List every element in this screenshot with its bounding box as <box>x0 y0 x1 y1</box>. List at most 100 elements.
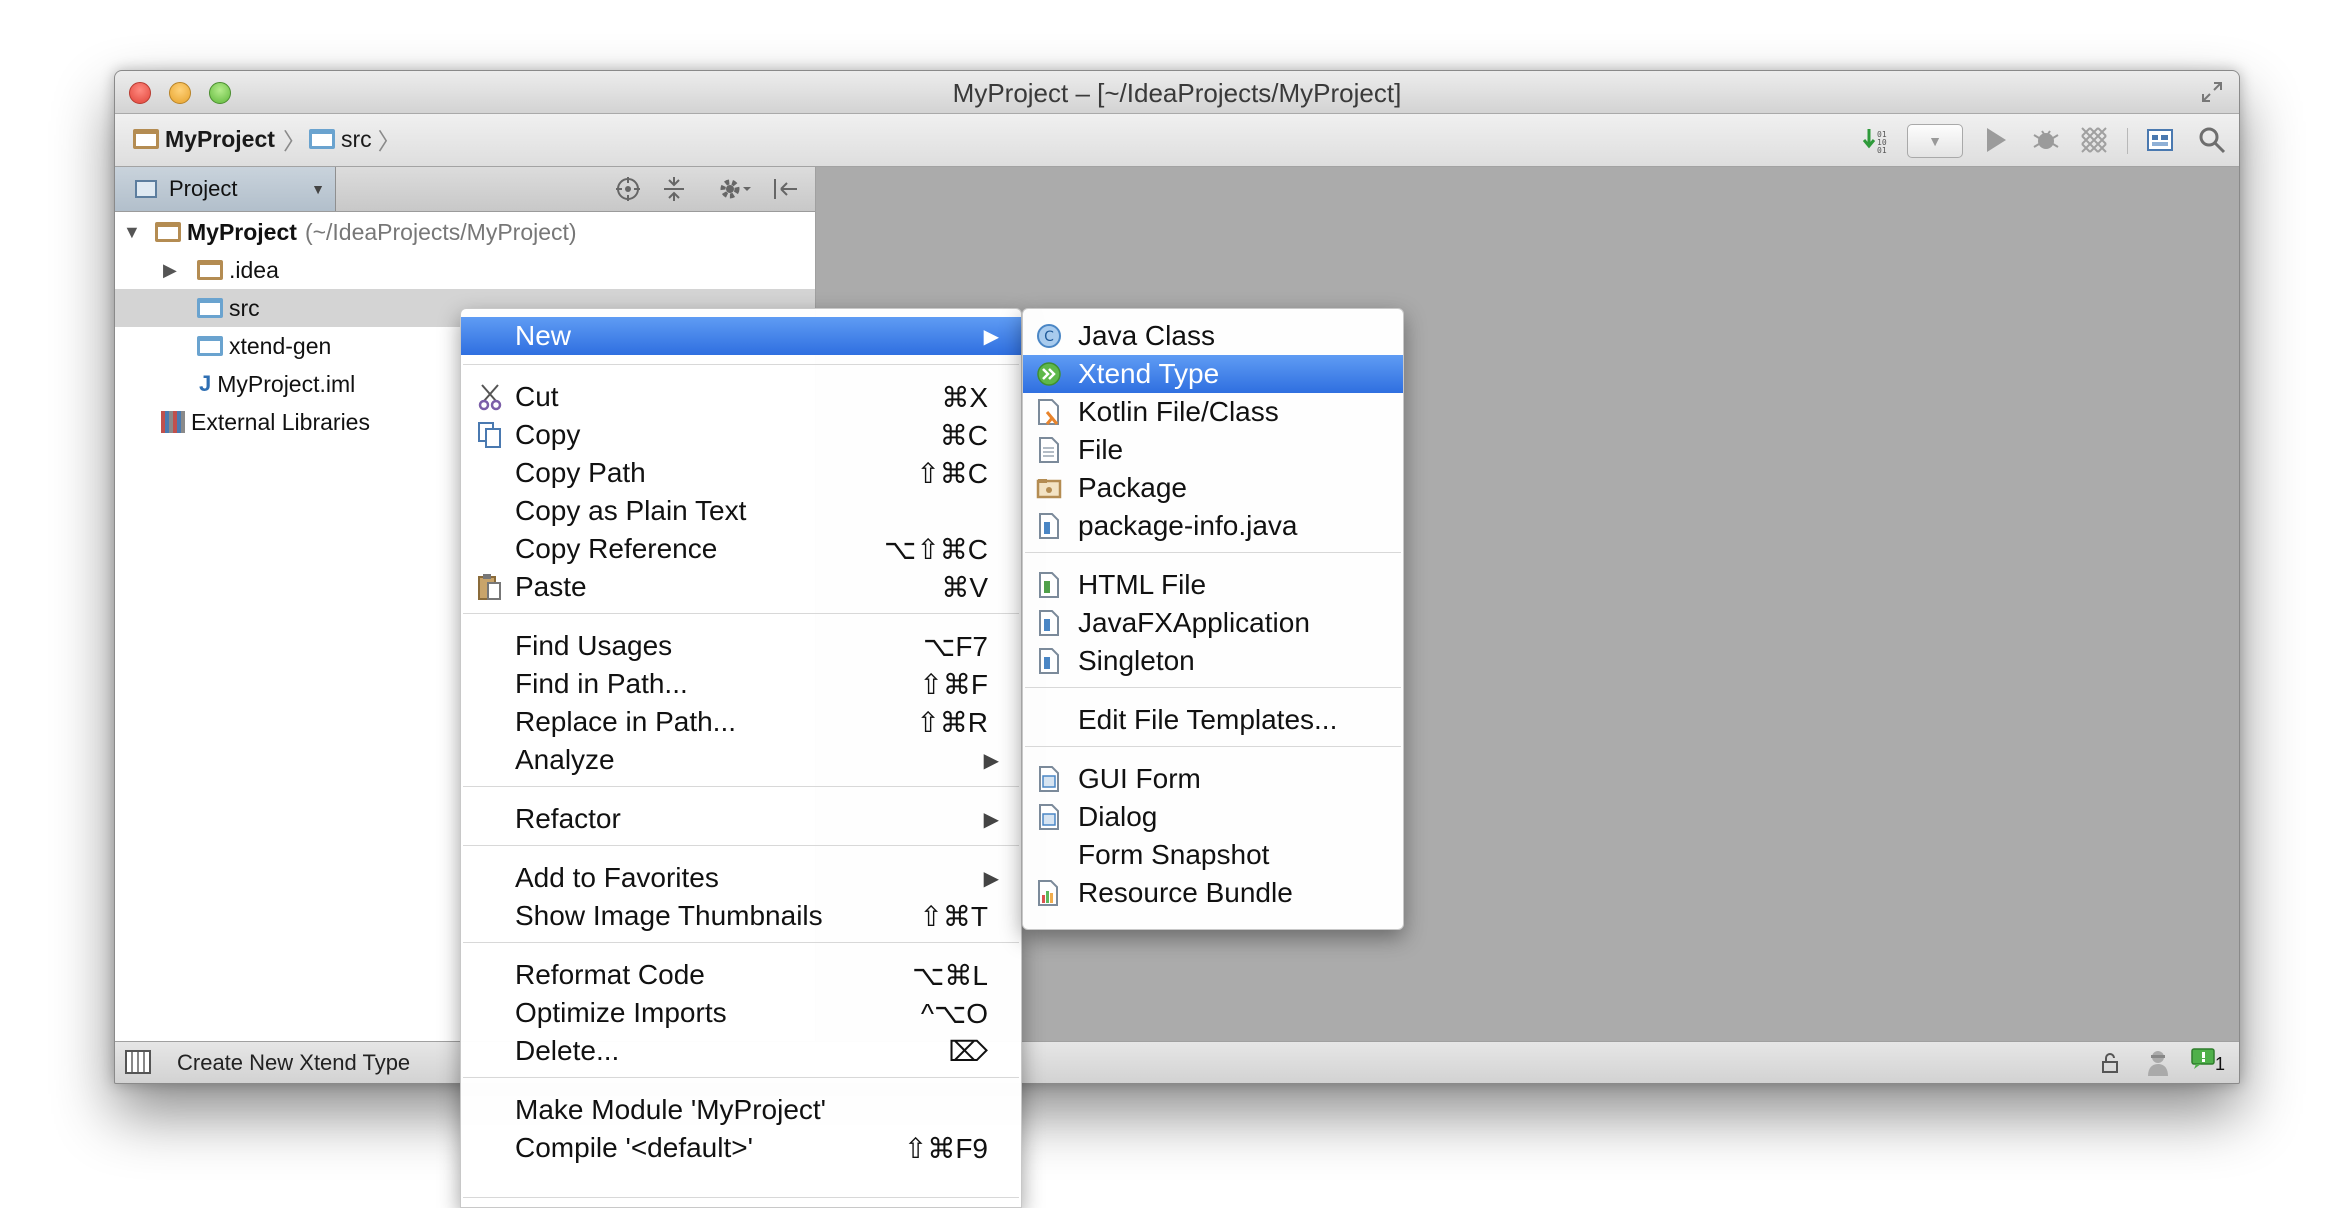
menu-item-label: Show Image Thumbnails <box>515 900 823 931</box>
search-everywhere-icon[interactable] <box>2195 122 2229 158</box>
submenu-item-xtend-type[interactable]: Xtend Type <box>1023 355 1403 393</box>
menu-item-copy[interactable]: Copy ⌘C <box>461 416 1021 454</box>
submenu-arrow-icon: ▶ <box>983 808 999 831</box>
menu-item-label: Delete... <box>515 1035 620 1066</box>
binary-sort-icon[interactable]: 01 10 01 <box>1860 122 1894 158</box>
inspector-icon[interactable] <box>2145 1049 2171 1082</box>
menu-item-find-usages[interactable]: Find Usages ⌥F7 <box>461 627 1021 665</box>
menu-separator <box>463 1197 1019 1198</box>
menu-item-label: Refactor <box>515 803 621 834</box>
menu-separator <box>463 1077 1019 1078</box>
submenu-item-javafx-application[interactable]: JavaFXApplication <box>1023 604 1403 642</box>
folder-icon <box>197 260 223 280</box>
chevron-down-icon: ▼ <box>1928 133 1942 149</box>
menu-separator <box>1025 687 1401 688</box>
menu-item-make-module[interactable]: Make Module 'MyProject' <box>461 1091 1021 1129</box>
collapse-all-icon[interactable] <box>661 176 687 207</box>
module-folder-icon <box>155 222 181 242</box>
breadcrumb-project[interactable]: MyProject 〉 <box>133 122 306 156</box>
menu-item-copy-reference[interactable]: Copy Reference ⌥⇧⌘C <box>461 530 1021 568</box>
java-file-icon <box>1035 609 1063 637</box>
event-log-icon[interactable] <box>2191 1048 2217 1075</box>
breadcrumb-src-label: src <box>341 125 372 152</box>
source-folder-icon <box>197 298 223 318</box>
menu-item-new[interactable]: New ▶ <box>461 317 1021 355</box>
window-title: MyProject – [~/IdeaProjects/MyProject] <box>952 78 1402 108</box>
resource-bundle-icon <box>1035 879 1063 907</box>
menu-item-label: Copy as Plain Text <box>515 495 747 526</box>
collapsed-triangle-icon: ▶ <box>163 259 177 280</box>
lock-icon[interactable] <box>2099 1052 2121 1079</box>
coverage-icon[interactable] <box>2077 122 2111 158</box>
tree-item-idea[interactable]: ▶ .idea <box>115 251 815 289</box>
menu-item-label: Copy Path <box>515 457 646 488</box>
menu-item-add-to-favorites[interactable]: Add to Favorites ▶ <box>461 859 1021 897</box>
menu-item-replace-in-path[interactable]: Replace in Path... ⇧⌘R <box>461 703 1021 741</box>
submenu-item-singleton[interactable]: Singleton <box>1023 642 1403 680</box>
tree-item-label: xtend-gen <box>229 332 332 359</box>
menu-item-cut[interactable]: Cut ⌘X <box>461 378 1021 416</box>
menu-item-label: Make Module 'MyProject' <box>515 1094 827 1125</box>
debug-icon[interactable] <box>2029 122 2063 158</box>
menu-item-label: Package <box>1078 472 1187 503</box>
new-submenu: C Java Class Xtend Type Kotlin File/Clas… <box>1022 308 1404 930</box>
project-panel-header: Project ▼ <box>115 167 815 212</box>
menu-item-shortcut: ⇧⌘C <box>916 457 988 489</box>
menu-item-copy-plain-text[interactable]: Copy as Plain Text <box>461 492 1021 530</box>
submenu-item-html-file[interactable]: HTML File <box>1023 566 1403 604</box>
libraries-icon <box>161 411 185 433</box>
menu-item-analyze[interactable]: Analyze ▶ <box>461 741 1021 779</box>
tree-item-label: MyProject <box>187 218 297 245</box>
breadcrumb-project-label: MyProject <box>165 125 275 152</box>
navigation-bar: MyProject 〉 src 〉 01 10 01 ▼ <box>115 114 2239 167</box>
xtend-icon <box>1035 360 1063 388</box>
menu-item-refactor[interactable]: Refactor ▶ <box>461 800 1021 838</box>
tool-windows-toggle-icon[interactable] <box>125 1050 151 1074</box>
menu-item-label: New <box>515 320 572 351</box>
menu-item-shortcut: ⇧⌘F9 <box>903 1132 988 1164</box>
submenu-item-file[interactable]: File <box>1023 431 1403 469</box>
menu-item-delete[interactable]: Delete... ⌦ <box>461 1032 1021 1070</box>
submenu-item-package-info[interactable]: package-info.java <box>1023 507 1403 545</box>
menu-item-label: Xtend Type <box>1078 358 1220 389</box>
menu-item-label: Edit File Templates... <box>1078 704 1338 735</box>
submenu-item-dialog[interactable]: Dialog <box>1023 798 1403 836</box>
submenu-item-package[interactable]: Package <box>1023 469 1403 507</box>
run-configuration-dropdown[interactable]: ▼ <box>1907 124 1963 158</box>
svg-text:C: C <box>1044 329 1054 345</box>
submenu-item-java-class[interactable]: C Java Class <box>1023 317 1403 355</box>
submenu-item-edit-file-templates[interactable]: Edit File Templates... <box>1023 701 1403 739</box>
project-view-label: Project <box>169 176 238 201</box>
breadcrumb-src[interactable]: src 〉 <box>309 122 401 156</box>
run-icon[interactable] <box>1979 122 2013 158</box>
menu-item-shortcut: ⇧⌘R <box>916 706 988 738</box>
submenu-item-resource-bundle[interactable]: Resource Bundle <box>1023 874 1403 912</box>
submenu-item-kotlin-file[interactable]: Kotlin File/Class <box>1023 393 1403 431</box>
fullscreen-icon[interactable] <box>2201 81 2223 103</box>
tree-item-label: External Libraries <box>191 408 370 435</box>
chevron-down-icon: ▼ <box>311 181 325 197</box>
hide-panel-icon[interactable] <box>771 176 799 207</box>
menu-item-find-in-path[interactable]: Find in Path... ⇧⌘F <box>461 665 1021 703</box>
submenu-item-form-snapshot[interactable]: Form Snapshot <box>1023 836 1403 874</box>
submenu-item-gui-form[interactable]: GUI Form <box>1023 760 1403 798</box>
scroll-from-source-icon[interactable] <box>615 176 641 207</box>
menu-item-optimize-imports[interactable]: Optimize Imports ^⌥O <box>461 994 1021 1032</box>
menu-item-show-image-thumbnails[interactable]: Show Image Thumbnails ⇧⌘T <box>461 897 1021 935</box>
form-icon <box>1035 765 1063 793</box>
toolbar-separator <box>2127 128 2128 154</box>
project-view-selector[interactable]: Project ▼ <box>115 167 336 211</box>
menu-item-label: Cut <box>515 381 559 412</box>
menu-item-paste[interactable]: Paste ⌘V <box>461 568 1021 606</box>
menu-item-reformat-code[interactable]: Reformat Code ⌥⌘L <box>461 956 1021 994</box>
project-structure-icon[interactable] <box>2143 122 2177 158</box>
file-icon <box>1035 436 1063 464</box>
menu-item-copy-path[interactable]: Copy Path ⇧⌘C <box>461 454 1021 492</box>
tree-item-myproject[interactable]: ▼ MyProject (~/IdeaProjects/MyProject) <box>115 213 815 251</box>
paste-icon <box>476 573 504 601</box>
java-file-icon <box>1035 647 1063 675</box>
source-folder-icon <box>309 129 335 149</box>
menu-item-compile[interactable]: Compile '<default>' ⇧⌘F9 <box>461 1129 1021 1167</box>
gear-icon[interactable] <box>717 176 753 207</box>
menu-item-shortcut: ⌥F7 <box>923 630 988 662</box>
